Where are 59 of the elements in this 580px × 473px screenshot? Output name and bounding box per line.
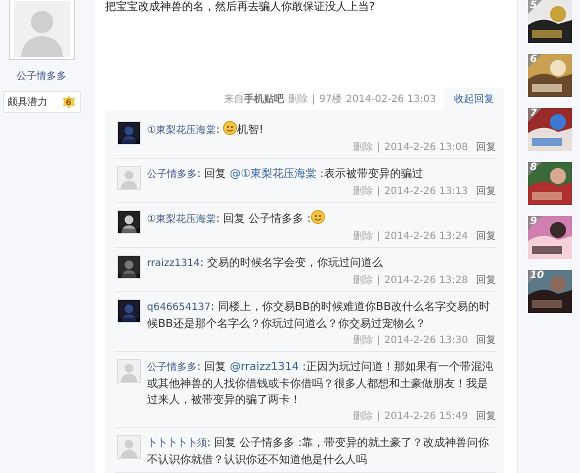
- reply-link[interactable]: 回复: [476, 140, 496, 154]
- user-name-link[interactable]: 公子情多多: [147, 169, 197, 180]
- user-name-link[interactable]: ①東梨花压海棠: [147, 125, 216, 136]
- comment-text: ①東梨花压海棠: 机智!: [147, 121, 265, 138]
- comment-text: 公子情多多: 回复 @rraizz1314 :正因为玩过问道！那如果有一个带混沌或其他神兽的人找你借钱或卡你借吗？很多人都想和土豪做朋友！我是过来人，被带变异的骗了两卡！: [147, 359, 494, 408]
- comment-time: 2014-2-26 13:30: [384, 334, 468, 346]
- user-avatar[interactable]: [117, 255, 141, 279]
- floor-number: 97楼: [319, 92, 342, 106]
- user-name-link[interactable]: 卜卜卜卜卜须: [147, 438, 207, 449]
- post-text: 把宝宝改成神兽的名，然后再去骗人你敢保证没人上当?: [105, 0, 376, 15]
- rank-number: 8: [530, 162, 537, 173]
- reply-link[interactable]: 回复: [476, 333, 496, 347]
- comment-text: 卜卜卜卜卜须: 回复 公子情多多 :靠，带变异的就土豪了？改成神兽问你不认识你就借？认识你还不知道他是什么人吗: [147, 435, 490, 468]
- comment-text: q646654137: 同楼上，你交易BB的时候难道你BB改什么名字交易的时候BB还是那个名字么？你玩过问道么？你交易过宠物么？: [147, 299, 491, 332]
- smiley-icon: [310, 210, 325, 224]
- user-name-link[interactable]: q646654137: [147, 302, 211, 313]
- smiley-icon: [223, 121, 238, 135]
- comment-text: ①東梨花压海棠: 回复 公子情多多 :: [147, 210, 496, 228]
- separator: |: [376, 230, 380, 242]
- collapse-replies-tab[interactable]: 收起回复: [444, 88, 504, 110]
- comment-time: 2014-2-26 13:13: [384, 186, 468, 196]
- reply-link[interactable]: 回复: [476, 409, 496, 423]
- rank-number: 7: [530, 108, 537, 119]
- rank-number: 6: [530, 54, 537, 65]
- rank-number: 10: [530, 270, 544, 281]
- separator: |: [376, 186, 380, 196]
- post-time: 2014-02-26 13:03: [346, 94, 436, 104]
- comment-text: 公子情多多: 回复 @①東梨花压海棠 :表示被带变异的骗过: [147, 166, 424, 182]
- avatar-icon: [118, 436, 140, 458]
- mention-link[interactable]: @①東梨花压海棠: [230, 167, 317, 180]
- separator: |: [312, 94, 316, 104]
- separator: |: [376, 274, 380, 286]
- comment-time: 2014-2-26 13:24: [384, 230, 468, 242]
- user-avatar[interactable]: [117, 121, 141, 145]
- comment-text: rraizz1314: 交易的时候名字会变，你玩过问道么: [147, 255, 384, 271]
- reply-link[interactable]: 回复: [476, 273, 496, 287]
- user-name-link[interactable]: 公子情多多: [147, 362, 197, 373]
- comment-time: 2014-2-26 15:49: [384, 410, 468, 422]
- separator: |: [376, 142, 380, 152]
- user-name-link[interactable]: ①東梨花压海棠: [147, 214, 216, 225]
- reply-link[interactable]: 回复: [476, 184, 496, 198]
- post-source: 来自手机贴吧: [224, 92, 284, 106]
- comment-time: 2014-2-26 13:28: [384, 274, 468, 286]
- avatar-icon: [12, 1, 72, 57]
- user-avatar[interactable]: [117, 299, 141, 323]
- separator: |: [376, 410, 380, 422]
- rank-label: 颇具潜力: [8, 96, 48, 109]
- user-name-link[interactable]: rraizz1314: [147, 258, 200, 269]
- avatar-icon: [118, 167, 140, 189]
- reply-link[interactable]: 回复: [476, 229, 496, 243]
- user-name[interactable]: 公子情多多: [16, 69, 66, 83]
- mention-link[interactable]: @rraizz1314: [230, 360, 299, 373]
- separator: |: [376, 334, 380, 346]
- user-avatar[interactable]: [117, 210, 141, 234]
- rank-number: 5: [530, 0, 537, 11]
- rank-number: 9: [530, 216, 537, 227]
- comment-time: 2014-2-26 13:08: [384, 142, 468, 152]
- level-badge: 6: [62, 95, 76, 109]
- avatar-icon: [118, 360, 140, 382]
